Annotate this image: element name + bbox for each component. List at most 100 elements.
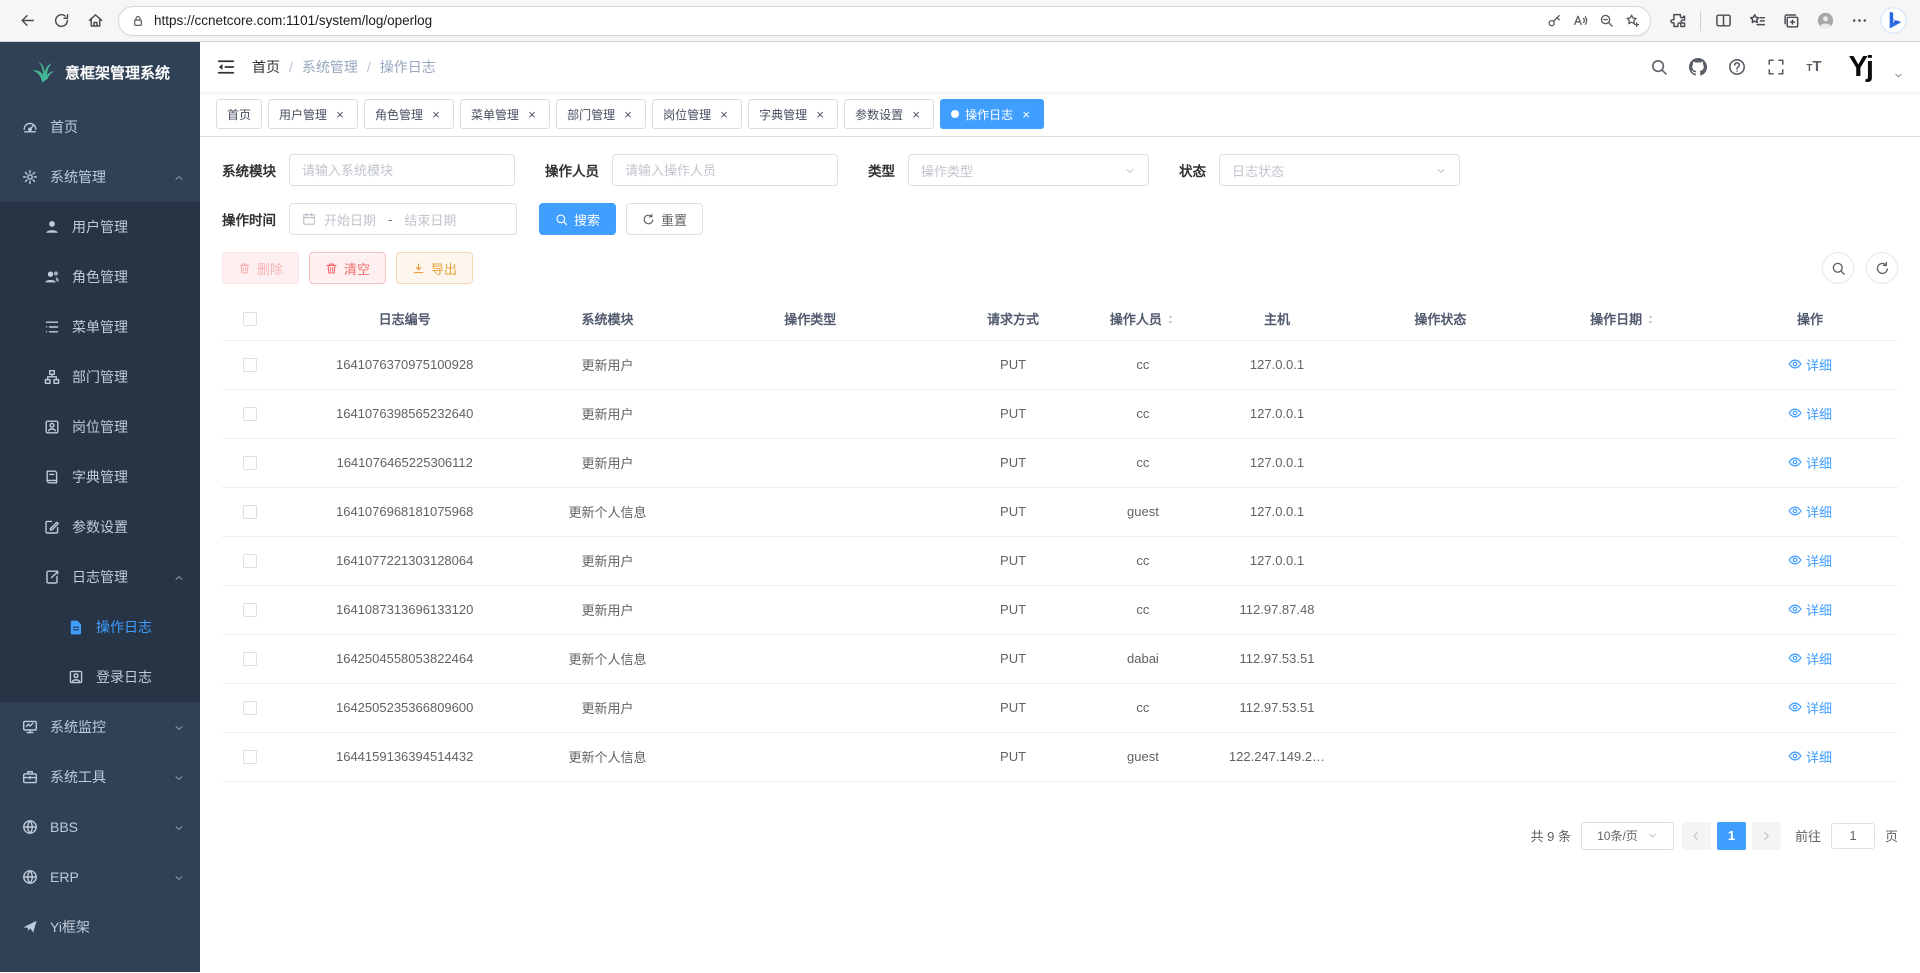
row-checkbox[interactable] [243,603,257,617]
help-icon[interactable] [1728,58,1746,76]
row-checkbox[interactable] [243,456,257,470]
sort-caret-icon[interactable] [1645,313,1656,326]
sidebar-item-user-mgmt[interactable]: 用户管理 [0,202,200,252]
sidebar-item-post-mgmt[interactable]: 岗位管理 [0,402,200,452]
detail-link[interactable]: 详细 [1788,698,1832,717]
detail-link[interactable]: 详细 [1788,355,1832,374]
collections-icon[interactable] [1774,4,1808,38]
sidebar-item-system-tools[interactable]: 系统工具 [0,752,200,802]
sidebar-item-log-mgmt[interactable]: 日志管理 [0,552,200,602]
collapse-sidebar-icon[interactable] [216,57,236,77]
sidebar-item-system-monitor[interactable]: 系统监控 [0,702,200,752]
detail-link[interactable]: 详细 [1788,453,1832,472]
column-header-8[interactable]: 操作日期 [1524,297,1722,340]
sidebar-item-menu-mgmt[interactable]: 菜单管理 [0,302,200,352]
tab-dept-mgmt[interactable]: 部门管理× [556,99,646,129]
sidebar-item-role-mgmt[interactable]: 角色管理 [0,252,200,302]
row-checkbox[interactable] [243,652,257,666]
row-checkbox[interactable] [243,701,257,715]
sort-caret-icon[interactable] [1165,313,1176,326]
tab-dict-mgmt[interactable]: 字典管理× [748,99,838,129]
export-button[interactable]: 导出 [396,252,473,284]
tab-role-mgmt[interactable]: 角色管理× [364,99,454,129]
browser-back-icon[interactable] [10,4,44,38]
detail-link[interactable]: 详细 [1788,649,1832,668]
breadcrumb-home[interactable]: 首页 [252,57,280,77]
show-search-button[interactable] [1822,252,1854,284]
column-header-5[interactable]: 操作人员 [1088,297,1197,340]
close-tab-icon[interactable]: × [813,107,827,121]
profile-avatar[interactable] [1808,4,1842,38]
extensions-icon[interactable] [1661,4,1695,38]
tab-oper-log[interactable]: 操作日志× [940,99,1044,129]
row-checkbox[interactable] [243,358,257,372]
user-logo[interactable]: Yj [1849,53,1872,82]
close-tab-icon[interactable]: × [1019,107,1033,121]
module-input[interactable] [302,163,502,178]
chevron-down-icon[interactable] [1893,68,1904,79]
row-checkbox[interactable] [243,407,257,421]
status-select[interactable]: 日志状态 [1219,154,1460,186]
sidebar-item-dept-mgmt[interactable]: 部门管理 [0,352,200,402]
close-tab-icon[interactable]: × [333,107,347,121]
search-button[interactable]: 搜索 [539,203,616,235]
prev-page-button[interactable] [1682,822,1711,850]
browser-refresh-icon[interactable] [44,4,78,38]
sidebar-item-dict-mgmt[interactable]: 字典管理 [0,452,200,502]
tab-user-mgmt[interactable]: 用户管理× [268,99,358,129]
detail-link[interactable]: 详细 [1788,600,1832,619]
add-favorite-icon[interactable] [1619,8,1645,34]
detail-link[interactable]: 详细 [1788,551,1832,570]
sidebar-item-yi-framework[interactable]: Yi框架 [0,902,200,952]
clear-button[interactable]: 清空 [309,252,386,284]
app-logo[interactable]: 意框架管理系统 [0,42,200,102]
row-checkbox[interactable] [243,750,257,764]
favorites-icon[interactable] [1740,4,1774,38]
tab-home[interactable]: 首页 [216,99,262,129]
zoom-out-icon[interactable] [1593,8,1619,34]
github-icon[interactable] [1689,58,1707,76]
close-tab-icon[interactable]: × [429,107,443,121]
fullscreen-icon[interactable] [1767,58,1785,76]
font-size-icon[interactable]: TT [1806,59,1821,75]
reset-button[interactable]: 重置 [626,203,703,235]
row-checkbox[interactable] [243,554,257,568]
sidebar-item-param-settings[interactable]: 参数设置 [0,502,200,552]
next-page-button[interactable] [1752,822,1781,850]
tab-menu-mgmt[interactable]: 菜单管理× [460,99,550,129]
date-range-picker[interactable]: 开始日期 - 结束日期 [289,203,517,235]
sidebar-item-bbs[interactable]: BBS [0,802,200,852]
detail-link[interactable]: 详细 [1788,404,1832,423]
tab-post-mgmt[interactable]: 岗位管理× [652,99,742,129]
sidebar-item-login-log[interactable]: 登录日志 [0,652,200,702]
tab-param-settings[interactable]: 参数设置× [844,99,934,129]
header-select-all[interactable] [222,297,277,340]
browser-more-icon[interactable] [1842,4,1876,38]
split-screen-icon[interactable] [1706,4,1740,38]
type-select[interactable]: 操作类型 [908,154,1149,186]
close-tab-icon[interactable]: × [621,107,635,121]
page-size-select[interactable]: 10条/页 [1581,822,1674,850]
url-text[interactable]: https://ccnetcore.com:1101/system/log/op… [154,13,1541,28]
read-aloud-icon[interactable] [1567,8,1593,34]
select-all-checkbox[interactable] [243,312,257,326]
sidebar-item-oper-log[interactable]: 操作日志 [0,602,200,652]
sidebar-item-home[interactable]: 首页 [0,102,200,152]
detail-link[interactable]: 详细 [1788,502,1832,521]
sidebar-item-system-mgmt[interactable]: 系统管理 [0,152,200,202]
bing-chat-icon[interactable] [1876,4,1910,38]
operator-input[interactable] [625,163,825,178]
sidebar-item-erp[interactable]: ERP [0,852,200,902]
search-icon[interactable] [1650,58,1668,76]
detail-link[interactable]: 详细 [1788,747,1832,766]
row-checkbox[interactable] [243,505,257,519]
password-key-icon[interactable] [1541,8,1567,34]
page-1-button[interactable]: 1 [1717,822,1746,850]
close-tab-icon[interactable]: × [525,107,539,121]
browser-home-icon[interactable] [78,4,112,38]
delete-button[interactable]: 删除 [222,252,299,284]
refresh-table-button[interactable] [1866,252,1898,284]
goto-page-input[interactable] [1831,823,1875,849]
close-tab-icon[interactable]: × [909,107,923,121]
close-tab-icon[interactable]: × [717,107,731,121]
